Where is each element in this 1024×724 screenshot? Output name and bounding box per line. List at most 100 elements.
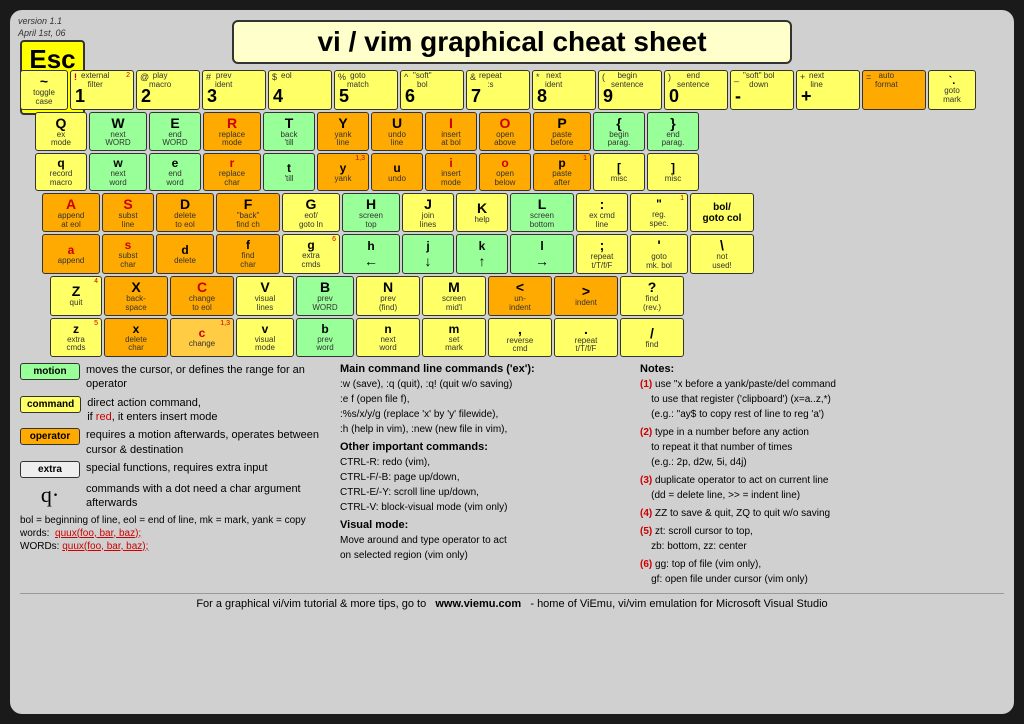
zxcv-row-lower: z extracmds 5 x deletechar c change 1,3 … xyxy=(50,318,1004,358)
key-E-upper: E endWORD xyxy=(149,112,201,152)
notes-section: Notes: (1) use "x before a yank/paste/de… xyxy=(640,363,1004,587)
main-cmd-text: :w (save), :q (quit), :q! (quit w/o savi… xyxy=(340,377,630,437)
key-m: m setmark xyxy=(422,318,486,358)
key-D-upper: D deleteto eol xyxy=(156,193,214,233)
key-equals: = autoformat xyxy=(862,70,926,110)
key-Q: Q exmode xyxy=(35,112,87,152)
qwerty-row1: Q exmode W nextWORD E endWORD R replacem… xyxy=(35,112,1004,152)
key-2: @ playmacro 2 xyxy=(136,70,200,110)
key-V-upper: V visuallines xyxy=(236,276,294,316)
legend-section: motion moves the cursor, or defines the … xyxy=(20,363,1004,587)
key-8: * nextident 8 xyxy=(532,70,596,110)
zxcv-row-upper: Z quit 4 X back-space C changeto eol V v… xyxy=(50,276,1004,316)
key-e: e endword xyxy=(149,153,201,191)
key-a: a append xyxy=(42,234,100,274)
visual-mode-text: Move around and type operator to act on … xyxy=(340,533,630,563)
key-0: ) endsentence 0 xyxy=(664,70,728,110)
key-3: # prevident 3 xyxy=(202,70,266,110)
legend-left: motion moves the cursor, or defines the … xyxy=(20,363,330,587)
key-U-upper: U undoline xyxy=(371,112,423,152)
key-q: q recordmacro xyxy=(35,153,87,191)
key-F-upper: F "back"find ch xyxy=(216,193,280,233)
key-slash: / find xyxy=(620,318,684,358)
key-colon: : ex cmdline xyxy=(576,193,628,233)
key-less: < un-indent xyxy=(488,276,552,316)
words-line2: WORDs: quux(foo, bar, baz); xyxy=(20,541,330,552)
legend-command: command direct action command,if red, it… xyxy=(20,396,330,425)
command-badge: command xyxy=(20,396,81,413)
key-K-upper: K help xyxy=(456,193,508,233)
q-dot-symbol: q· xyxy=(20,482,80,508)
key-question: ? find(rev.) xyxy=(620,276,684,316)
operator-desc: requires a motion afterwards, operates b… xyxy=(86,428,330,457)
other-cmd-text: CTRL-R: redo (vim), CTRL-F/-B: page up/d… xyxy=(340,455,630,515)
key-A-upper: A appendat eol xyxy=(42,193,100,233)
key-y: y yank 1,3 xyxy=(317,153,369,191)
main-cmd-title: Main command line commands ('ex'): xyxy=(340,363,630,375)
asdf-row-upper: A appendat eol S substline D deleteto eo… xyxy=(42,193,1004,233)
number-row: ~ togglecase ! externalfilter 1 2 @ play… xyxy=(20,70,1004,110)
key-t: t 'till xyxy=(263,153,315,191)
key-s: s substchar xyxy=(102,234,154,274)
key-N-upper: N prev(find) xyxy=(356,276,420,316)
key-G-upper: G eof/goto ln xyxy=(282,193,340,233)
key-c: c change 1,3 xyxy=(170,318,234,358)
legend-extra: extra special functions, requires extra … xyxy=(20,461,330,478)
key-p: p pasteafter 1 xyxy=(533,153,591,191)
key-brace-close: } endparag. xyxy=(647,112,699,152)
key-6: ^ "soft"bol 6 xyxy=(400,70,464,110)
key-u: u undo xyxy=(371,153,423,191)
notes-title: Notes: xyxy=(640,363,1004,375)
extra-badge: extra xyxy=(20,461,80,478)
key-5: % gotomatch 5 xyxy=(334,70,398,110)
key-9: ( beginsentence 9 xyxy=(598,70,662,110)
footer: For a graphical vi/vim tutorial & more t… xyxy=(20,593,1004,610)
key-r: r replacechar xyxy=(203,153,261,191)
key-S-upper: S substline xyxy=(102,193,154,233)
key-z: z extracmds 5 xyxy=(50,318,102,358)
key-k: k ↑ xyxy=(456,234,508,274)
key-i: i insertmode xyxy=(425,153,477,191)
key-R-upper: R replacemode xyxy=(203,112,261,152)
key-I-upper: I insertat bol xyxy=(425,112,477,152)
key-period: . repeatt/T/f/F xyxy=(554,318,618,358)
page-title: vi / vim graphical cheat sheet xyxy=(244,26,780,58)
key-P-upper: P pastebefore xyxy=(533,112,591,152)
qwerty-row1-lower: q recordmacro w nextword e endword r rep… xyxy=(35,153,1004,191)
key-O-upper: O openabove xyxy=(479,112,531,152)
version-text: version 1.1 April 1st, 06 xyxy=(18,16,66,39)
key-h: h ← xyxy=(342,234,400,274)
key-b: b prevword xyxy=(296,318,354,358)
note-4: (4) ZZ to save & quit, ZQ to quit w/o sa… xyxy=(640,506,1004,521)
key-T-upper: T back'till xyxy=(263,112,315,152)
key-plus: + nextline + xyxy=(796,70,860,110)
legend-qdot: q· commands with a dot need a char argum… xyxy=(20,482,330,511)
key-greater: > indent xyxy=(554,276,618,316)
key-W-upper: W nextWORD xyxy=(89,112,147,152)
note-6: (6) gg: top of file (vim only), gf: open… xyxy=(640,557,1004,587)
key-C-upper: C changeto eol xyxy=(170,276,234,316)
key-Y-upper: Y yankline xyxy=(317,112,369,152)
words-line1: words: quux(foo, bar, baz); xyxy=(20,528,330,539)
note-1: (1) use "x before a yank/paste/del comma… xyxy=(640,377,1004,422)
key-x: x deletechar xyxy=(104,318,168,358)
key-X-upper: X back-space xyxy=(104,276,168,316)
qdot-desc: commands with a dot need a char argument… xyxy=(86,482,330,511)
command-desc: direct action command,if red, it enters … xyxy=(87,396,217,425)
key-minus: _ "soft" boldown - xyxy=(730,70,794,110)
key-o: o openbelow xyxy=(479,153,531,191)
motion-badge: motion xyxy=(20,363,80,380)
key-7: & repeat:s 7 xyxy=(466,70,530,110)
key-L-upper: L screenbottom xyxy=(510,193,574,233)
key-g: g extracmds 6 xyxy=(282,234,340,274)
key-j: j ↓ xyxy=(402,234,454,274)
key-Z-upper: Z quit 4 xyxy=(50,276,102,316)
key-w: w nextword xyxy=(89,153,147,191)
key-M-upper: M screenmid'l xyxy=(422,276,486,316)
extra-desc: special functions, requires extra input xyxy=(86,461,268,475)
key-H-upper: H screentop xyxy=(342,193,400,233)
asdf-row-lower: a append s substchar d delete f findchar… xyxy=(42,234,1004,274)
title-box: vi / vim graphical cheat sheet xyxy=(232,20,792,64)
key-bracket-close: ] misc xyxy=(647,153,699,191)
key-quote: " reg.spec. 1 xyxy=(630,193,688,233)
